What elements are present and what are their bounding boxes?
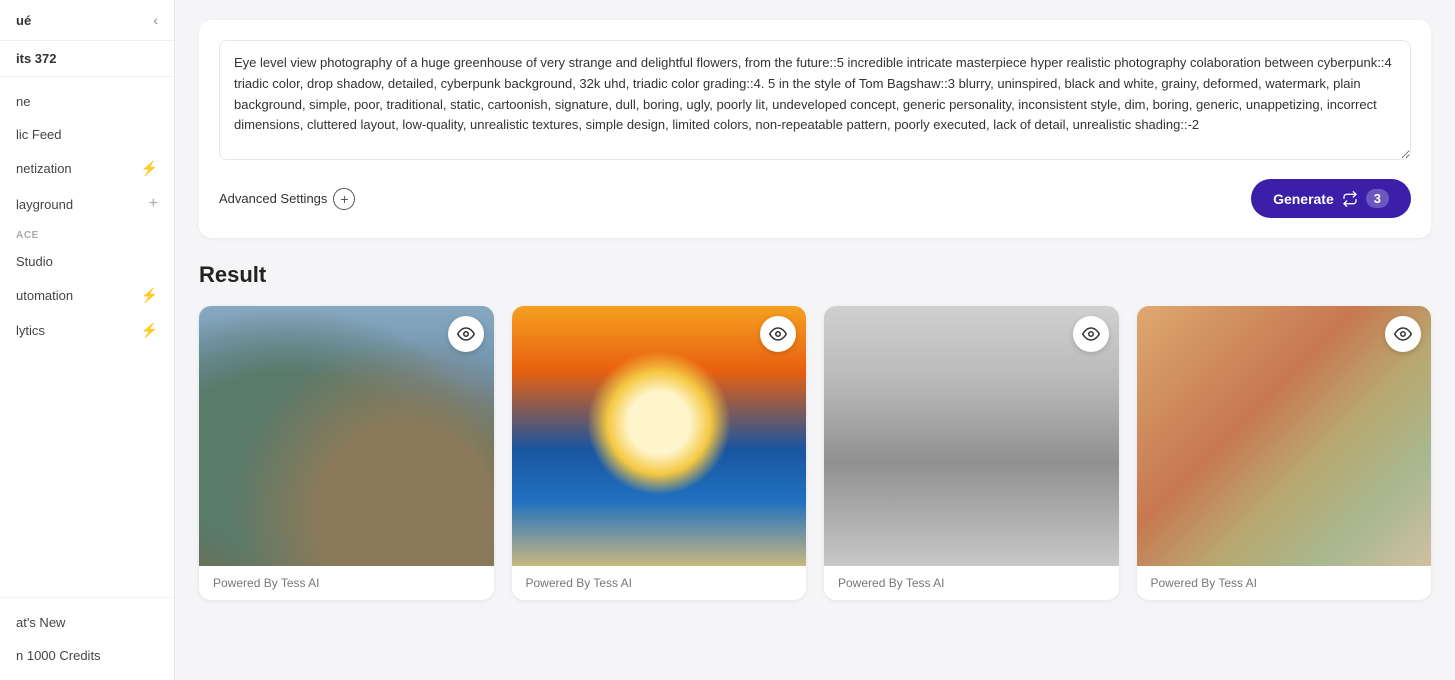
sidebar-item-label-public-feed: lic Feed <box>16 127 62 142</box>
eye-icon-1 <box>457 325 475 343</box>
advanced-settings-button[interactable]: Advanced Settings + <box>219 188 355 210</box>
advanced-settings-label: Advanced Settings <box>219 191 327 206</box>
result-label-3: Powered By Tess AI <box>824 566 1119 600</box>
result-card-3: Powered By Tess AI <box>824 306 1119 600</box>
result-card-1: Powered By Tess AI <box>199 306 494 600</box>
result-label-1: Powered By Tess AI <box>199 566 494 600</box>
eye-icon-4 <box>1394 325 1412 343</box>
result-image-3 <box>824 306 1119 566</box>
sidebar-whats-new[interactable]: at's New <box>0 606 174 639</box>
sidebar-item-automation[interactable]: utomation ⚡ <box>0 278 174 313</box>
sidebar-item-label-playground: layground <box>16 197 73 212</box>
prompt-textarea[interactable] <box>219 40 1411 160</box>
view-button-4[interactable] <box>1385 316 1421 352</box>
credits-offer-label: n 1000 Credits <box>16 648 101 663</box>
sidebar-item-label-home: ne <box>16 94 30 109</box>
result-grid: Powered By Tess AI Powered By Tess AI <box>199 306 1431 600</box>
sidebar-header: ué ‹ <box>0 0 174 41</box>
whats-new-label: at's New <box>16 615 65 630</box>
sidebar-item-automation-left: utomation <box>16 288 73 303</box>
sidebar-item-studio[interactable]: Studio <box>0 245 174 278</box>
sidebar-item-monetization-left: netization <box>16 161 72 176</box>
prompt-card: Advanced Settings + Generate 3 <box>199 20 1431 238</box>
result-label-4: Powered By Tess AI <box>1137 566 1432 600</box>
lightning-icon-automation: ⚡ <box>141 287 158 304</box>
view-button-2[interactable] <box>760 316 796 352</box>
sidebar-section-ace: ACE <box>0 222 174 245</box>
eye-icon-2 <box>769 325 787 343</box>
result-image-1 <box>199 306 494 566</box>
advanced-settings-plus-icon: + <box>333 188 355 210</box>
sidebar-item-label-automation: utomation <box>16 288 73 303</box>
result-image-wrapper-3 <box>824 306 1119 566</box>
sidebar-item-monetization[interactable]: netization ⚡ <box>0 151 174 186</box>
sidebar-credits: its 372 <box>0 41 174 77</box>
generate-icon <box>1342 191 1358 207</box>
result-image-wrapper-1 <box>199 306 494 566</box>
generate-button[interactable]: Generate 3 <box>1251 179 1411 218</box>
result-card-4: Powered By Tess AI <box>1137 306 1432 600</box>
eye-icon-3 <box>1082 325 1100 343</box>
sidebar-collapse-icon[interactable]: ‹ <box>153 12 158 28</box>
view-button-3[interactable] <box>1073 316 1109 352</box>
result-title: Result <box>199 262 1431 288</box>
lightning-icon-monetization: ⚡ <box>141 160 158 177</box>
sidebar-nav: ne lic Feed netization ⚡ layground + ACE… <box>0 77 174 597</box>
sidebar: ué ‹ its 372 ne lic Feed netization ⚡ la… <box>0 0 175 680</box>
sidebar-item-playground[interactable]: layground + <box>0 186 174 222</box>
sidebar-item-label-studio: Studio <box>16 254 53 269</box>
sidebar-item-public-feed[interactable]: lic Feed <box>0 118 174 151</box>
sidebar-item-label-monetization: netization <box>16 161 72 176</box>
result-label-2: Powered By Tess AI <box>512 566 807 600</box>
result-card-2: Powered By Tess AI <box>512 306 807 600</box>
sidebar-item-analytics-left: lytics <box>16 323 45 338</box>
generate-count-badge: 3 <box>1366 189 1389 208</box>
sidebar-credits-offer[interactable]: n 1000 Credits <box>0 639 174 672</box>
plus-icon-playground: + <box>149 195 158 213</box>
result-image-4 <box>1137 306 1432 566</box>
lightning-icon-analytics: ⚡ <box>141 322 158 339</box>
sidebar-logo: ué <box>16 13 31 28</box>
sidebar-footer: at's New n 1000 Credits <box>0 597 174 680</box>
view-button-1[interactable] <box>448 316 484 352</box>
result-image-wrapper-4 <box>1137 306 1432 566</box>
sidebar-item-home[interactable]: ne <box>0 85 174 118</box>
main-content: Advanced Settings + Generate 3 Result <box>175 0 1455 680</box>
result-image-wrapper-2 <box>512 306 807 566</box>
generate-label: Generate <box>1273 191 1334 207</box>
sidebar-item-analytics[interactable]: lytics ⚡ <box>0 313 174 348</box>
sidebar-item-label-analytics: lytics <box>16 323 45 338</box>
result-image-2 <box>512 306 807 566</box>
prompt-toolbar: Advanced Settings + Generate 3 <box>219 179 1411 218</box>
result-section: Result Powered By Tess AI <box>199 262 1431 600</box>
